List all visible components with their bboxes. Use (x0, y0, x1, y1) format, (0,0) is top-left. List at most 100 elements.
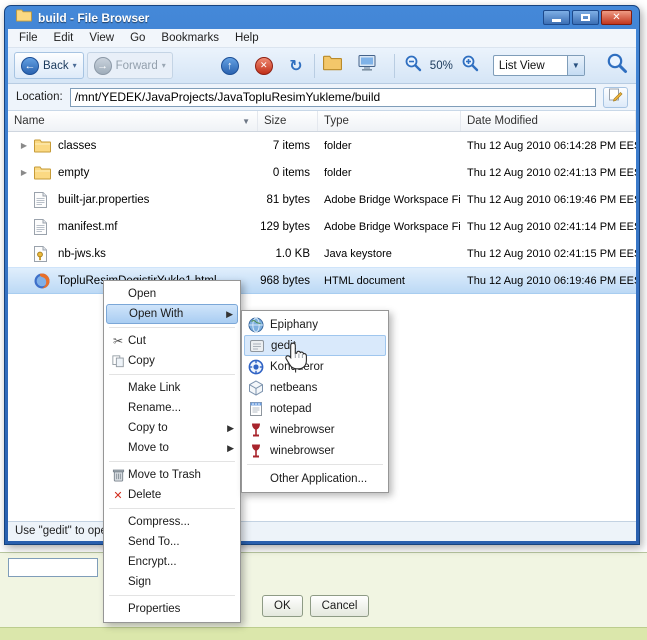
up-button[interactable]: ↑ (217, 53, 243, 79)
delete-icon: ✕ (113, 489, 123, 502)
window-title: build - File Browser (38, 10, 150, 25)
menu-help[interactable]: Help (227, 29, 267, 48)
expander-icon[interactable]: ▶ (14, 141, 34, 150)
maximize-button[interactable] (572, 10, 599, 25)
table-row[interactable]: built-jar.properties 81 bytes Adobe Brid… (8, 186, 636, 213)
menu-label: Delete (128, 489, 162, 501)
submenu-item-other-application[interactable]: Other Application... (244, 468, 386, 489)
file-name: built-jar.properties (58, 193, 150, 206)
close-button[interactable]: ✕ (601, 10, 632, 25)
table-row[interactable]: manifest.mf 129 bytes Adobe Bridge Works… (8, 213, 636, 240)
view-mode-select[interactable]: List View ▼ (492, 55, 585, 76)
file-type: folder (324, 139, 352, 152)
submenu-item-netbeans[interactable]: netbeans (244, 377, 386, 398)
zoom-out-icon (404, 54, 422, 77)
table-row[interactable]: ▶ empty 0 items folder Thu 12 Aug 2010 0… (8, 159, 636, 186)
back-button[interactable]: ← Back ▾ (14, 52, 84, 79)
menu-label: Open With (129, 308, 184, 320)
menu-separator (109, 461, 235, 462)
context-menu-item-open-with[interactable]: Open With ▶ (106, 304, 238, 324)
zoom-out-button[interactable] (400, 53, 426, 79)
toolbar: ← Back ▾ → Forward ▾ ↑ ✕ ↻ 50% List View… (8, 48, 636, 84)
trash-icon (108, 468, 128, 482)
table-row[interactable]: nb-jws.ks 1.0 KB Java keystore Thu 12 Au… (8, 240, 636, 267)
menu-separator (109, 595, 235, 596)
file-size: 129 bytes (260, 220, 310, 233)
submenu-item-gedit[interactable]: gedit (244, 335, 386, 356)
reload-button[interactable]: ↻ (283, 53, 309, 79)
location-input[interactable] (69, 87, 596, 107)
wine-icon (247, 422, 264, 438)
context-menu-item-cut[interactable]: ✂ Cut (106, 331, 238, 351)
menu-file[interactable]: File (11, 29, 46, 48)
close-icon: ✕ (612, 12, 621, 23)
expander-icon[interactable]: ▶ (14, 168, 34, 177)
menu-view[interactable]: View (81, 29, 122, 48)
submenu-item-winebrowser-2[interactable]: winebrowser (244, 440, 386, 461)
cancel-button[interactable]: Cancel (309, 595, 370, 617)
zoom-in-button[interactable] (457, 53, 483, 79)
menu-separator (109, 374, 235, 375)
titlebar[interactable]: build - File Browser ✕ (8, 6, 636, 29)
background-input[interactable] (8, 558, 98, 577)
menu-go[interactable]: Go (122, 29, 153, 48)
reload-icon: ↻ (289, 57, 303, 75)
list-header: Name ▼ Size Type Date Modified (8, 111, 636, 132)
context-menu-item-move-to-trash[interactable]: Move to Trash (106, 465, 238, 485)
context-menu-item-sign[interactable]: Sign (106, 572, 238, 592)
column-header-size[interactable]: Size (258, 111, 318, 131)
file-size: 1.0 KB (275, 247, 310, 260)
context-menu-item-rename[interactable]: Rename... (106, 398, 238, 418)
view-mode-value: List View (498, 59, 545, 72)
chevron-down-icon: ▼ (566, 56, 584, 75)
submenu-arrow-icon: ▶ (227, 442, 234, 453)
submenu-item-konqueror[interactable]: Konqueror (244, 356, 386, 377)
file-name: nb-jws.ks (58, 247, 106, 260)
context-menu-item-compress[interactable]: Compress... (106, 512, 238, 532)
wine-icon (247, 443, 264, 459)
home-button[interactable] (320, 53, 346, 79)
context-menu-item-delete[interactable]: ✕ Delete (106, 485, 238, 505)
context-menu-item-encrypt[interactable]: Encrypt... (106, 552, 238, 572)
context-menu-item-make-link[interactable]: Make Link (106, 378, 238, 398)
column-header-type[interactable]: Type (318, 111, 461, 131)
submenu-item-winebrowser-1[interactable]: winebrowser (244, 419, 386, 440)
column-header-date[interactable]: Date Modified (461, 111, 636, 131)
context-menu-item-copy-to[interactable]: Copy to ▶ (106, 418, 238, 438)
column-header-name[interactable]: Name ▼ (8, 111, 258, 131)
forward-icon: → (93, 56, 112, 75)
background-dialog: OK Cancel (0, 552, 647, 640)
edit-location-button[interactable] (603, 86, 628, 108)
file-type: folder (324, 166, 352, 179)
forward-button[interactable]: → Forward ▾ (86, 52, 173, 79)
minimize-button[interactable] (543, 10, 570, 25)
menu-label: Compress... (128, 516, 190, 528)
toolbar-separator (393, 53, 395, 78)
submenu-item-notepad[interactable]: notepad (244, 398, 386, 419)
stop-button[interactable]: ✕ (251, 53, 277, 79)
konqueror-icon (247, 359, 264, 375)
context-menu-item-open[interactable]: Open (106, 284, 238, 304)
context-menu-item-send-to[interactable]: Send To... (106, 532, 238, 552)
menu-bookmarks[interactable]: Bookmarks (153, 29, 227, 48)
context-menu-item-move-to[interactable]: Move to ▶ (106, 438, 238, 458)
table-row[interactable]: ▶ classes 7 items folder Thu 12 Aug 2010… (8, 132, 636, 159)
computer-button[interactable] (354, 53, 380, 79)
dialog-bottom-strip (0, 627, 647, 640)
menu-label: Cut (128, 335, 146, 347)
search-button[interactable] (604, 53, 630, 79)
back-dropdown-icon: ▾ (72, 61, 77, 70)
back-icon: ← (21, 56, 39, 75)
ok-button[interactable]: OK (262, 595, 303, 617)
context-menu-item-properties[interactable]: Properties (106, 599, 238, 619)
maximize-icon (581, 14, 590, 21)
context-menu-item-copy[interactable]: Copy (106, 351, 238, 371)
menu-label: Move to (128, 442, 169, 454)
hand-cursor (283, 341, 309, 376)
file-modified: Thu 12 Aug 2010 02:41:15 PM EEST (467, 247, 636, 260)
menu-separator (247, 464, 383, 465)
menu-edit[interactable]: Edit (46, 29, 82, 48)
submenu-item-epiphany[interactable]: Epiphany (244, 314, 386, 335)
netbeans-icon (247, 379, 264, 396)
up-icon: ↑ (220, 56, 239, 75)
